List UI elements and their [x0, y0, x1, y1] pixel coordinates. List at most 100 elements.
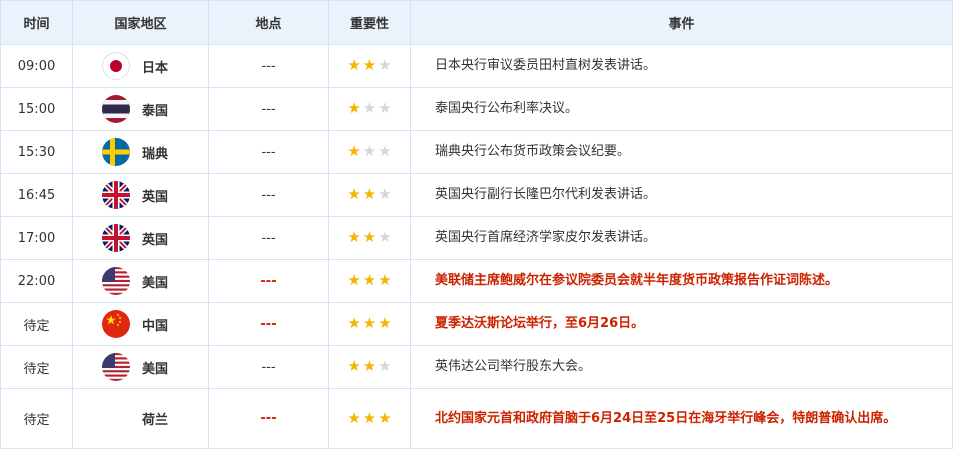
china-flag-icon	[102, 310, 130, 338]
country-cell: 日本	[72, 44, 209, 88]
star-icon: ★	[347, 56, 361, 74]
event-cell: 日本央行审议委员田村直树发表讲话。	[410, 44, 953, 88]
location-cell: ---	[208, 130, 329, 174]
star-icon: ★	[378, 185, 392, 203]
event-cell: 美联储主席鲍威尔在参议院委员会就半年度货币政策报告作证词陈述。	[410, 259, 953, 303]
time-cell: 待定	[0, 388, 73, 449]
location-cell: ---	[208, 173, 329, 217]
country-name: 瑞典	[142, 146, 169, 162]
table-row: 15:00 泰国 --- ★ ★ ★ 泰国央行公布利率决议。	[0, 87, 953, 131]
country-cell: 英国	[72, 173, 209, 217]
importance-stars: ★ ★ ★	[347, 58, 391, 73]
star-icon: ★	[362, 271, 377, 289]
country-cell: 中国	[72, 302, 209, 346]
star-icon: ★	[378, 99, 392, 117]
star-icon: ★	[347, 314, 361, 332]
table-row: 15:30 瑞典 --- ★ ★ ★ 瑞典央行公布货币政策会议纪要。	[0, 130, 953, 174]
star-icon: ★	[362, 142, 377, 160]
event-cell: 英国央行首席经济学家皮尔发表讲话。	[410, 216, 953, 260]
importance-stars: ★ ★ ★	[347, 101, 391, 116]
country-name: 美国	[142, 361, 169, 377]
star-icon: ★	[362, 56, 377, 74]
table-row: 待定 中国 --- ★ ★ ★ 夏季达沃斯论坛举行，至6月26日。	[0, 302, 953, 346]
thailand-flag-icon	[102, 95, 130, 123]
importance-stars: ★ ★ ★	[347, 187, 391, 202]
time-cell: 22:00	[0, 259, 73, 303]
importance-stars: ★ ★ ★	[347, 230, 391, 245]
table-row: 22:00 美国 --- ★ ★ ★ 美联储主席鲍威尔在参议院委员会就半年度货币政策…	[0, 259, 953, 303]
importance-stars: ★ ★ ★	[347, 408, 392, 427]
time-cell: 17:00	[0, 216, 73, 260]
usa-flag-icon	[102, 353, 130, 381]
location-cell: ---	[208, 44, 329, 88]
time-cell: 待定	[0, 302, 73, 346]
usa-flag-icon	[102, 267, 130, 295]
economic-calendar-table: 时间 国家地区 地点 重要性 事件 09:00 日本 --- ★ ★ ★ 日本央行审…	[0, 0, 953, 449]
star-icon: ★	[378, 408, 392, 427]
uk-flag-icon	[102, 181, 130, 209]
star-icon: ★	[362, 357, 377, 375]
star-icon: ★	[362, 228, 377, 246]
header-location: 地点	[208, 0, 329, 45]
time-cell: 16:45	[0, 173, 73, 217]
table-body: 09:00 日本 --- ★ ★ ★ 日本央行审议委员田村直树发表讲话。 15:00…	[0, 44, 953, 449]
importance-stars: ★ ★ ★	[347, 316, 391, 331]
importance-cell: ★ ★ ★	[328, 87, 411, 131]
event-cell: 北约国家元首和政府首脑于6月24日至25日在海牙举行峰会，特朗普确认出席。	[410, 388, 953, 449]
time-cell: 待定	[0, 345, 73, 389]
importance-cell: ★ ★ ★	[328, 388, 411, 449]
table-row: 待定 荷兰 --- ★ ★ ★ 北约国家元首和政府首脑于6月24日至25日在海牙举行…	[0, 388, 953, 449]
time-cell: 15:00	[0, 87, 73, 131]
country-name: 荷兰	[142, 413, 169, 428]
time-cell: 15:30	[0, 130, 73, 174]
country-name: 英国	[142, 189, 169, 205]
country-name: 日本	[142, 60, 169, 76]
country-name: 英国	[142, 232, 169, 248]
star-icon: ★	[347, 408, 361, 427]
country-cell: 英国	[72, 216, 209, 260]
country-cell: 泰国	[72, 87, 209, 131]
table-header: 时间 国家地区 地点 重要性 事件	[0, 0, 953, 45]
sweden-flag-icon	[102, 138, 130, 166]
star-icon: ★	[347, 185, 361, 203]
header-event: 事件	[410, 0, 953, 45]
country-cell: 美国	[72, 259, 209, 303]
japan-flag-icon	[102, 52, 130, 80]
country-name: 美国	[142, 275, 169, 291]
star-icon: ★	[378, 56, 392, 74]
table-row: 09:00 日本 --- ★ ★ ★ 日本央行审议委员田村直树发表讲话。	[0, 44, 953, 88]
importance-cell: ★ ★ ★	[328, 173, 411, 217]
star-icon: ★	[347, 99, 361, 117]
importance-stars: ★ ★ ★	[347, 144, 391, 159]
star-icon: ★	[378, 271, 392, 289]
header-importance: 重要性	[328, 0, 411, 45]
star-icon: ★	[347, 357, 361, 375]
country-name: 中国	[142, 318, 169, 334]
country-name: 泰国	[142, 103, 169, 119]
header-country: 国家地区	[72, 0, 209, 45]
event-cell: 英伟达公司举行股东大会。	[410, 345, 953, 389]
star-icon: ★	[347, 228, 361, 246]
event-cell: 夏季达沃斯论坛举行，至6月26日。	[410, 302, 953, 346]
time-cell: 09:00	[0, 44, 73, 88]
importance-cell: ★ ★ ★	[328, 259, 411, 303]
event-cell: 瑞典央行公布货币政策会议纪要。	[410, 130, 953, 174]
event-cell: 泰国央行公布利率决议。	[410, 87, 953, 131]
importance-stars: ★ ★ ★	[347, 273, 391, 288]
star-icon: ★	[347, 142, 361, 160]
country-cell: 瑞典	[72, 130, 209, 174]
location-cell: ---	[208, 302, 329, 346]
location-cell: ---	[208, 216, 329, 260]
star-icon: ★	[362, 185, 377, 203]
location-cell: ---	[208, 345, 329, 389]
table-row: 待定 美国 --- ★ ★ ★ 英伟达公司举行股东大会。	[0, 345, 953, 389]
importance-cell: ★ ★ ★	[328, 216, 411, 260]
importance-stars: ★ ★ ★	[347, 359, 391, 374]
importance-cell: ★ ★ ★	[328, 302, 411, 346]
location-cell: ---	[208, 259, 329, 303]
importance-cell: ★ ★ ★	[328, 345, 411, 389]
star-icon: ★	[378, 314, 392, 332]
country-cell: 荷兰	[72, 388, 209, 449]
star-icon: ★	[362, 314, 377, 332]
star-icon: ★	[378, 228, 392, 246]
